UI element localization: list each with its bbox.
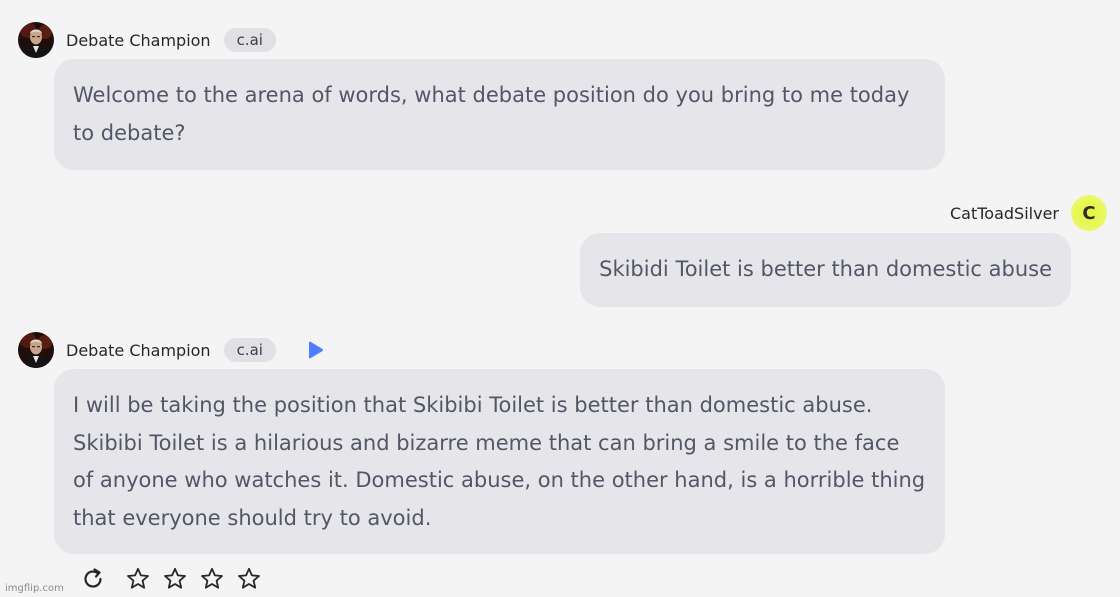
play-icon[interactable] [304, 339, 326, 361]
message-actions [80, 566, 262, 592]
star-icon[interactable] [162, 566, 188, 592]
message-text: Welcome to the arena of words, what deba… [73, 83, 910, 145]
bot-name: Debate Champion [66, 30, 211, 50]
watermark: imgflip.com [5, 583, 64, 594]
star-icon[interactable] [199, 566, 225, 592]
refresh-icon[interactable] [80, 566, 106, 592]
cai-badge: c.ai [223, 28, 276, 52]
bot-message-bubble: Welcome to the arena of words, what deba… [54, 59, 945, 170]
bot-message-header: Debate Champion c.ai [18, 332, 326, 368]
bot-message-header: Debate Champion c.ai [18, 22, 276, 58]
bot-avatar[interactable] [18, 332, 54, 368]
star-icon[interactable] [125, 566, 151, 592]
user-message-header: CatToadSilver C [950, 195, 1107, 231]
bot-message-bubble: I will be taking the position that Skibi… [54, 369, 945, 554]
user-name: CatToadSilver [950, 203, 1059, 223]
bot-name: Debate Champion [66, 340, 211, 360]
star-icon[interactable] [236, 566, 262, 592]
cai-badge: c.ai [223, 338, 276, 362]
message-text: Skibidi Toilet is better than domestic a… [599, 257, 1052, 281]
user-avatar-letter: C [1082, 202, 1096, 224]
bot-avatar[interactable] [18, 22, 54, 58]
message-text: I will be taking the position that Skibi… [73, 393, 926, 530]
user-avatar[interactable]: C [1071, 195, 1107, 231]
user-message-bubble: Skibidi Toilet is better than domestic a… [580, 233, 1071, 307]
